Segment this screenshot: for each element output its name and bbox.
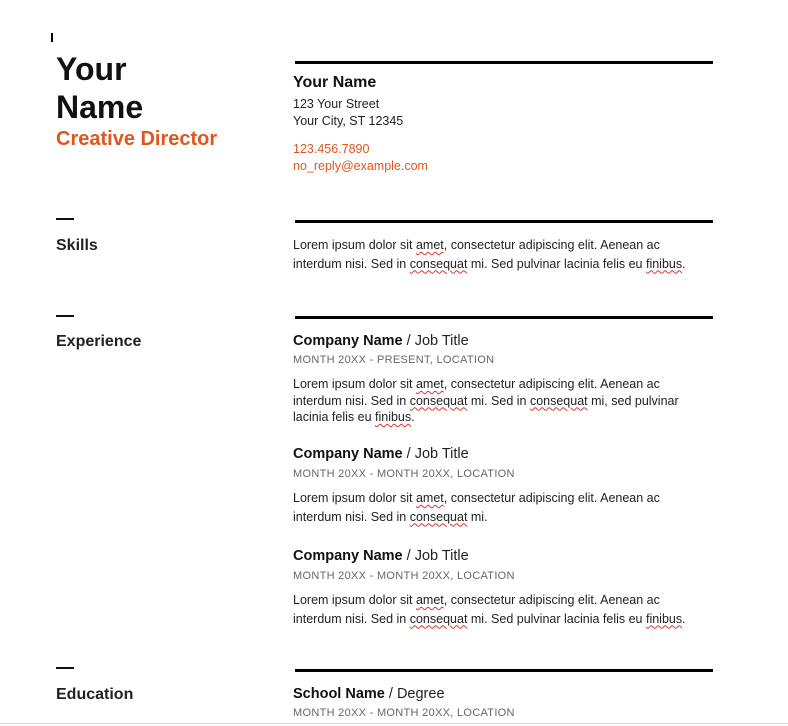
contact-email[interactable]: no_reply@example.com: [293, 159, 428, 173]
job-2-description[interactable]: Lorem ipsum dolor sit amet, consectetur …: [293, 490, 713, 525]
text-cursor: [51, 33, 53, 42]
skills-text-line-2: interdum nisi. Sed in consequat mi. Sed …: [293, 256, 686, 271]
spellcheck-word: amet: [415, 238, 444, 252]
job-3-description[interactable]: Lorem ipsum dolor sit amet, consectetur …: [293, 592, 713, 627]
skills-text[interactable]: Lorem ipsum dolor sit amet, consectetur …: [293, 237, 713, 272]
contact-name[interactable]: Your Name: [293, 74, 376, 92]
spellcheck-word: amet: [415, 491, 444, 505]
resume-role[interactable]: Creative Director: [56, 128, 217, 151]
job-1-meta[interactable]: MONTH 20XX - PRESENT, LOCATION: [293, 354, 494, 366]
education-heading-line[interactable]: School Name / Degree: [293, 686, 445, 702]
spellcheck-word: consequat: [409, 393, 468, 408]
spellcheck-word: consequat: [529, 393, 588, 408]
spellcheck-word: finibus: [375, 410, 412, 424]
spellcheck-word: finibus: [645, 611, 683, 626]
experience-heading[interactable]: Experience: [56, 333, 141, 351]
job-3-meta[interactable]: MONTH 20XX - MONTH 20XX, LOCATION: [293, 570, 515, 582]
spellcheck-word: amet: [415, 593, 444, 607]
contact-city[interactable]: Your City, ST 12345: [293, 114, 403, 128]
skills-text-line-1: Lorem ipsum dolor sit amet, consectetur …: [293, 238, 660, 252]
spellcheck-word: consequat: [409, 256, 468, 271]
job-3-heading[interactable]: Company Name / Job Title: [293, 548, 469, 564]
skills-divider: [295, 220, 713, 223]
resume-name-line1[interactable]: Your: [56, 50, 127, 88]
skills-heading[interactable]: Skills: [56, 237, 98, 255]
job-2-heading[interactable]: Company Name / Job Title: [293, 446, 469, 462]
contact-divider: [295, 61, 713, 64]
education-divider: [295, 669, 713, 672]
contact-street[interactable]: 123 Your Street: [293, 97, 379, 111]
resume-name-line2[interactable]: Name: [56, 88, 143, 126]
education-dash: [56, 667, 74, 669]
spellcheck-word: amet: [415, 377, 444, 391]
job-1-heading[interactable]: Company Name / Job Title: [293, 333, 469, 349]
spellcheck-word: consequat: [409, 509, 468, 524]
page-bottom-border: [0, 723, 788, 724]
spellcheck-word: consequat: [409, 611, 468, 626]
education-meta[interactable]: MONTH 20XX - MONTH 20XX, LOCATION: [293, 707, 515, 719]
job-2-meta[interactable]: MONTH 20XX - MONTH 20XX, LOCATION: [293, 468, 515, 480]
experience-divider: [295, 316, 713, 319]
experience-dash: [56, 315, 74, 317]
education-heading[interactable]: Education: [56, 686, 133, 704]
job-1-description[interactable]: Lorem ipsum dolor sit amet, consectetur …: [293, 376, 713, 426]
contact-phone[interactable]: 123.456.7890: [293, 142, 369, 156]
spellcheck-word: finibus: [645, 256, 683, 271]
skills-dash: [56, 218, 74, 220]
